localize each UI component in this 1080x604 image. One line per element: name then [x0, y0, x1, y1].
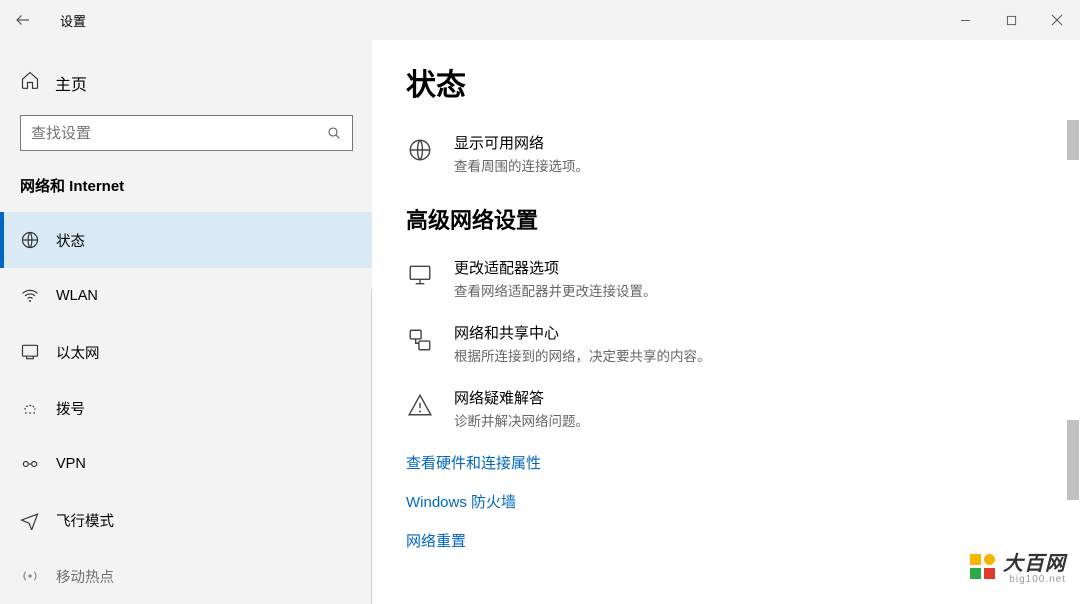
warning-icon	[406, 391, 434, 419]
link-windows-firewall[interactable]: Windows 防火墙	[406, 491, 1080, 512]
category-header: 网络和 Internet	[0, 175, 372, 212]
watermark-sub: big100.net	[1003, 574, 1066, 585]
home-icon	[20, 70, 40, 95]
sidebar-item-airplane[interactable]: 飞行模式	[0, 492, 372, 548]
sidebar-item-label: 以太网	[56, 342, 100, 363]
sidebar-item-status[interactable]: 状态	[0, 212, 372, 268]
tile-desc: 查看周围的连接选项。	[454, 155, 589, 175]
airplane-icon	[20, 510, 40, 530]
sidebar-item-vpn[interactable]: VPN	[0, 436, 372, 492]
search-icon	[316, 125, 352, 141]
tile-title: 更改适配器选项	[454, 257, 657, 278]
globe-icon	[406, 136, 434, 164]
home-label: 主页	[55, 71, 87, 95]
home-link[interactable]: 主页	[0, 60, 372, 115]
wifi-icon	[20, 286, 40, 306]
scrollbar[interactable]	[1066, 40, 1080, 604]
search-input-wrapper[interactable]	[20, 115, 353, 151]
network-troubleshooter[interactable]: 网络疑难解答 诊断并解决网络问题。	[406, 387, 1080, 430]
sidebar-item-dialup[interactable]: 拨号	[0, 380, 372, 436]
window-title: 设置	[46, 11, 86, 30]
tile-title: 显示可用网络	[454, 132, 589, 153]
close-button[interactable]	[1034, 0, 1080, 40]
watermark-brand: 大百网	[1003, 547, 1066, 576]
sidebar-item-label: 飞行模式	[56, 510, 114, 531]
network-sharing-center[interactable]: 网络和共享中心 根据所连接到的网络，决定要共享的内容。	[406, 322, 1080, 365]
sidebar-item-hotspot[interactable]: 移动热点	[0, 548, 372, 604]
sharing-icon	[406, 326, 434, 354]
sidebar-item-label: 移动热点	[56, 566, 114, 587]
advanced-settings-heading: 高级网络设置	[406, 203, 1080, 235]
show-available-networks[interactable]: 显示可用网络 查看周围的连接选项。	[406, 132, 1080, 175]
link-hardware-properties[interactable]: 查看硬件和连接属性	[406, 452, 1080, 473]
tile-desc: 查看网络适配器并更改连接设置。	[454, 280, 657, 300]
sidebar-item-label: VPN	[56, 456, 86, 472]
scrollbar-thumb[interactable]	[1067, 120, 1079, 160]
content-pane: 状态 显示可用网络 查看周围的连接选项。 高级网络设置 更改适配器选项 查看网络…	[372, 40, 1080, 604]
watermark: 大百网 big100.net	[970, 547, 1066, 585]
sidebar-item-label: 状态	[56, 230, 85, 251]
sidebar-item-label: 拨号	[56, 398, 85, 419]
page-title: 状态	[406, 60, 1080, 104]
tile-title: 网络和共享中心	[454, 322, 711, 343]
hotspot-icon	[20, 566, 40, 586]
sidebar-item-ethernet[interactable]: 以太网	[0, 324, 372, 380]
tile-title: 网络疑难解答	[454, 387, 589, 408]
status-icon	[20, 230, 40, 250]
vpn-icon	[20, 454, 40, 474]
sidebar-item-wlan[interactable]: WLAN	[0, 268, 372, 324]
search-input[interactable]	[21, 125, 316, 142]
maximize-button[interactable]	[988, 0, 1034, 40]
ethernet-icon	[20, 342, 40, 362]
monitor-icon	[406, 261, 434, 289]
minimize-button[interactable]	[942, 0, 988, 40]
tile-desc: 根据所连接到的网络，决定要共享的内容。	[454, 345, 711, 365]
dialup-icon	[20, 398, 40, 418]
scrollbar-thumb[interactable]	[1067, 420, 1079, 500]
watermark-logo-icon	[970, 554, 995, 579]
back-button[interactable]	[0, 0, 46, 40]
sidebar-item-label: WLAN	[56, 288, 98, 304]
tile-desc: 诊断并解决网络问题。	[454, 410, 589, 430]
change-adapter-options[interactable]: 更改适配器选项 查看网络适配器并更改连接设置。	[406, 257, 1080, 300]
sidebar: 主页 网络和 Internet 状态	[0, 40, 372, 604]
